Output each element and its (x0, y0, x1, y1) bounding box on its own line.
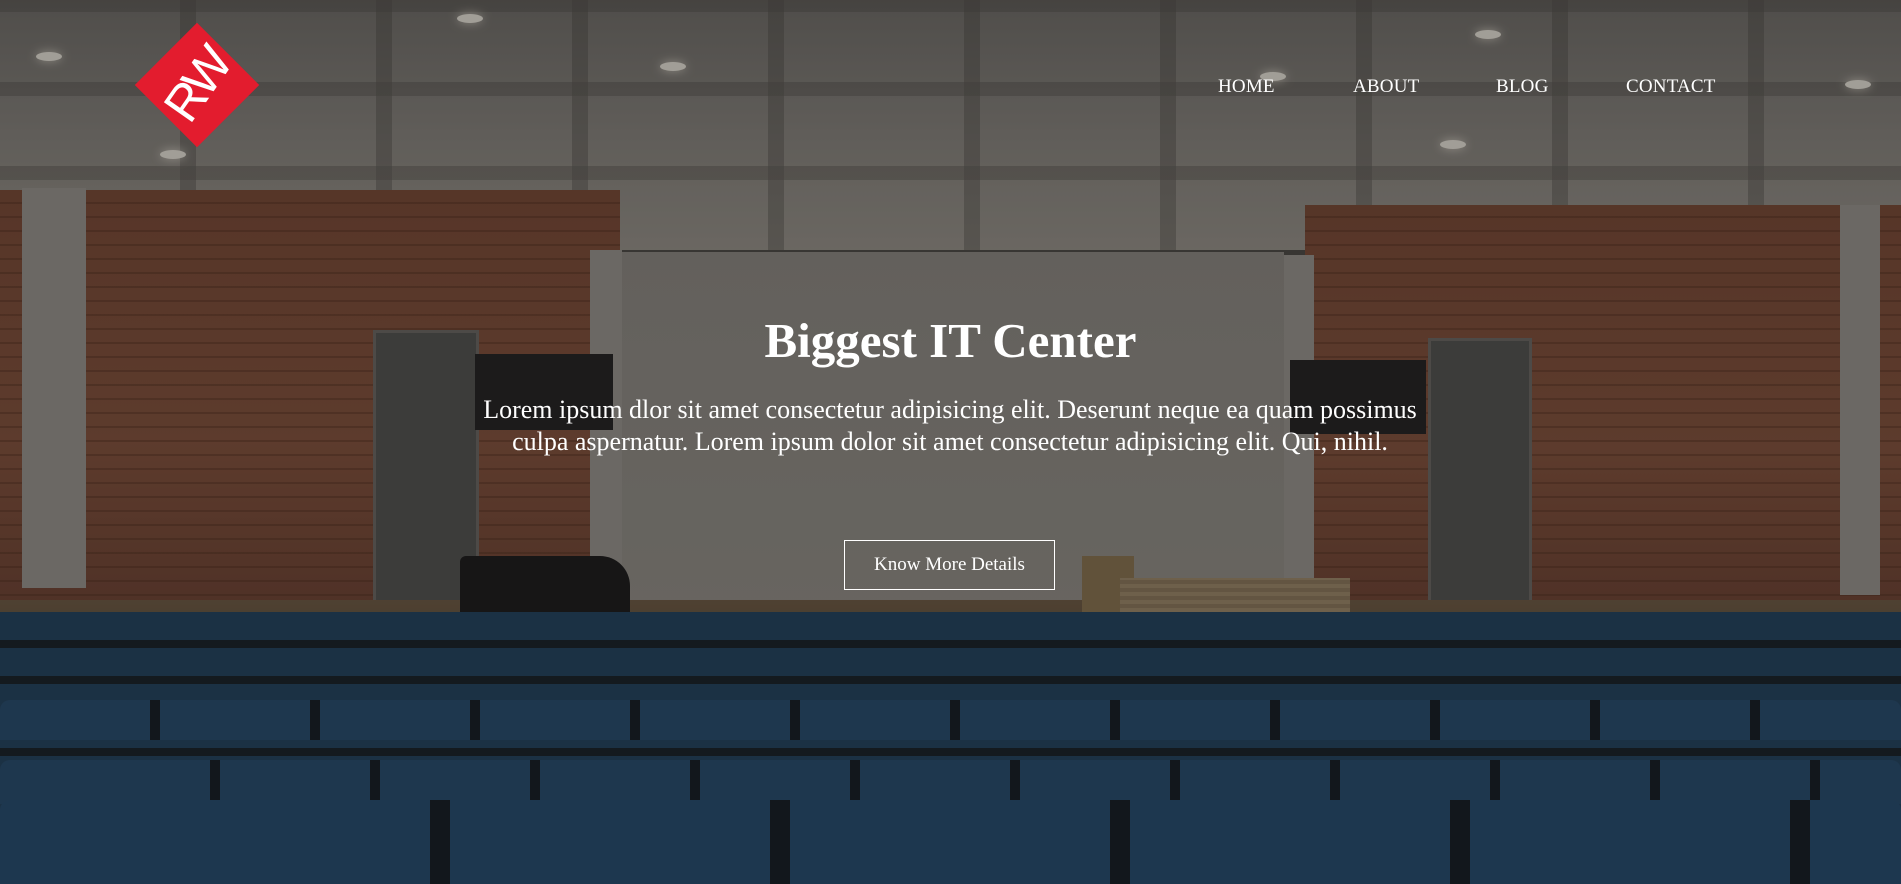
hero-description: Lorem ipsum dlor sit amet consectetur ad… (483, 395, 1417, 456)
hero-section: RW HOME ABOUT BLOG CONTACT Biggest IT Ce… (0, 0, 1901, 884)
know-more-button[interactable]: Know More Details (844, 540, 1055, 590)
hero-title: Biggest IT Center (764, 313, 1137, 368)
main-nav: HOME ABOUT BLOG CONTACT (0, 76, 1901, 100)
nav-link-blog[interactable]: BLOG (1496, 76, 1549, 98)
nav-link-home[interactable]: HOME (1218, 76, 1275, 98)
nav-link-contact[interactable]: CONTACT (1626, 76, 1716, 98)
nav-link-about[interactable]: ABOUT (1353, 76, 1419, 98)
